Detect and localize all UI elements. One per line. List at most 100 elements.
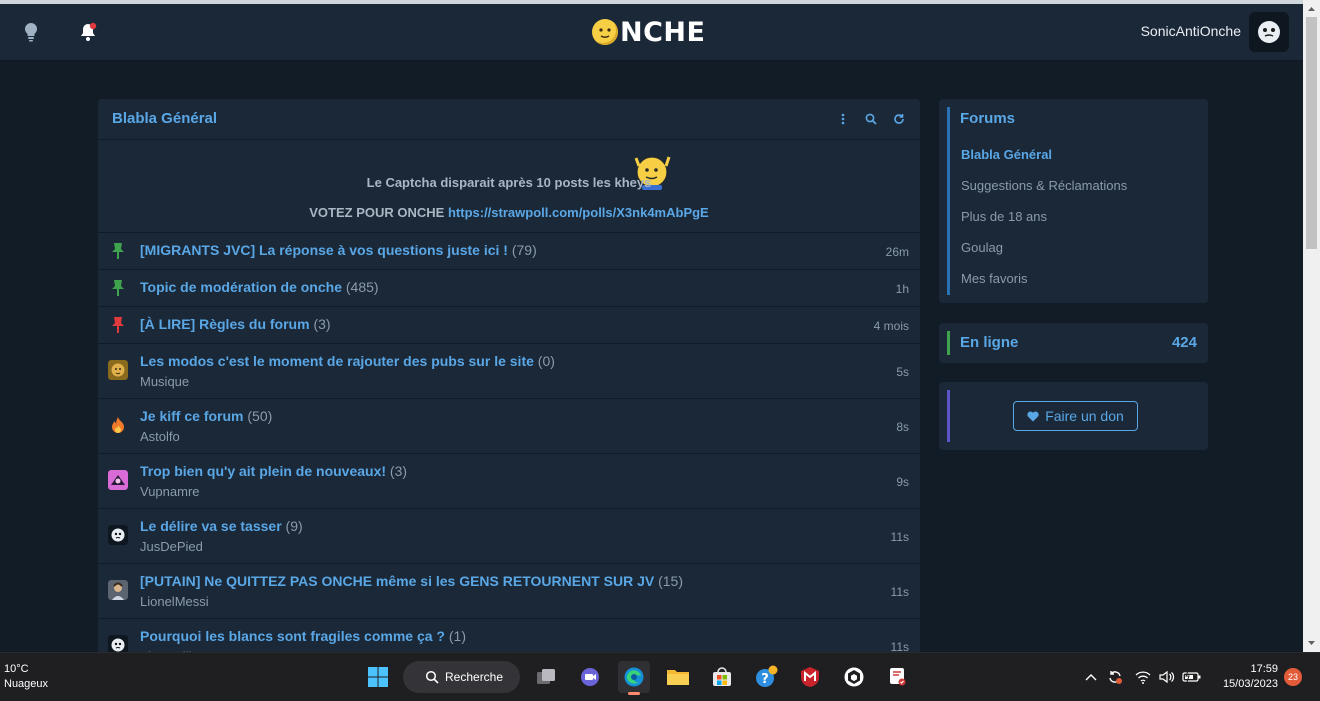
forum-link-blabla[interactable]: Blabla Général (961, 147, 1052, 162)
bell-icon[interactable] (72, 16, 104, 48)
pin-red-icon (108, 315, 128, 335)
topic-count: (50) (247, 408, 273, 424)
topic-row[interactable]: Topic de modération de onche (485) 1h (98, 270, 920, 307)
topic-row[interactable]: [MIGRANTS JVC] La réponse à vos question… (98, 233, 920, 270)
topic-author[interactable]: Musique (140, 374, 189, 389)
online-panel: En ligne 424 (939, 323, 1208, 363)
forum-link-18[interactable]: Plus de 18 ans (961, 209, 1047, 224)
wifi-icon[interactable] (1132, 661, 1154, 693)
forum-link-favoris[interactable]: Mes favoris (961, 271, 1027, 286)
page-body: Blabla Général Le Captcha disparait aprè… (0, 61, 1303, 659)
topic-author[interactable]: Vupnamre (140, 484, 200, 499)
topic-title[interactable]: [MIGRANTS JVC] La réponse à vos question… (140, 242, 537, 258)
battery-icon[interactable] (1180, 661, 1204, 693)
topic-count: (485) (345, 279, 379, 295)
more-vertical-icon[interactable] (836, 111, 850, 127)
sync-icon[interactable] (1104, 661, 1126, 693)
system-clock[interactable]: 17:59 15/03/2023 (1212, 662, 1278, 692)
topic-row[interactable]: Les modos c'est le moment de rajouter de… (98, 344, 920, 399)
onche-face-icon (592, 19, 618, 45)
donate-button[interactable]: Faire un don (1013, 401, 1138, 431)
topic-time: 4 mois (873, 319, 909, 333)
topic-title[interactable]: Trop bien qu'y ait plein de nouveaux! (3… (140, 463, 407, 479)
site-logo[interactable]: NCHE (592, 16, 705, 48)
task-view-icon[interactable] (530, 661, 562, 693)
topic-row[interactable]: [PUTAIN] Ne QUITTEZ PAS ONCHE même si le… (98, 564, 920, 619)
topic-count: (9) (285, 518, 303, 534)
topic-title[interactable]: Topic de modération de onche (485) (140, 279, 379, 295)
captcha-notice: Le Captcha disparait après 10 posts les … (366, 175, 652, 190)
topic-row[interactable]: Trop bien qu'y ait plein de nouveaux! (3… (98, 454, 920, 509)
topic-title[interactable]: Pourquoi les blancs sont fragiles comme … (140, 628, 466, 644)
username[interactable]: SonicAntiOnche (1141, 23, 1241, 39)
vote-notice: VOTEZ POUR ONCHE https://strawpoll.com/p… (98, 205, 920, 220)
topic-row[interactable]: [À LIRE] Règles du forum (3) 4 mois (98, 307, 920, 344)
logo-text: NCHE (620, 16, 706, 48)
topic-title[interactable]: [À LIRE] Règles du forum (3) (140, 316, 331, 332)
site-header: NCHE SonicAntiOnche (0, 4, 1303, 61)
online-count: 424 (1171, 334, 1197, 351)
pin-green-icon (108, 278, 128, 298)
bulb-icon[interactable] (15, 16, 47, 48)
forum-panel: Blabla Général Le Captcha disparait aprè… (98, 99, 920, 659)
avatar-lion-icon[interactable] (108, 360, 128, 380)
forum-link-suggestions[interactable]: Suggestions & Réclamations (961, 178, 1127, 193)
page-scrollbar[interactable] (1303, 0, 1320, 652)
clock-date: 15/03/2023 (1222, 678, 1278, 690)
topic-author[interactable]: LionelMessi (140, 594, 209, 609)
forums-accent-bar (947, 107, 950, 295)
avatar-pink-icon[interactable] (108, 470, 128, 490)
forum-link-goulag[interactable]: Goulag (961, 240, 1003, 255)
edge-browser-icon[interactable] (618, 661, 650, 695)
avatar-messi-icon[interactable] (108, 580, 128, 600)
user-avatar[interactable] (1249, 12, 1289, 52)
search-icon[interactable] (864, 111, 878, 127)
topic-title[interactable]: Le délire va se tasser (9) (140, 518, 303, 534)
vote-notice-text: VOTEZ POUR ONCHE (309, 205, 445, 220)
topic-title[interactable]: [PUTAIN] Ne QUITTEZ PAS ONCHE même si le… (140, 573, 683, 589)
snipping-tool-icon[interactable] (882, 661, 914, 693)
topic-time: 11s (890, 530, 909, 544)
flame-icon[interactable] (108, 415, 128, 435)
heart-icon (1027, 411, 1039, 421)
scroll-up-icon[interactable] (1303, 2, 1320, 16)
topic-time: 9s (896, 475, 909, 489)
weather-widget[interactable]: 10°C Nuageux (4, 662, 48, 692)
app-hex-icon[interactable] (838, 661, 870, 693)
topic-count: (15) (658, 573, 683, 589)
forum-title[interactable]: Blabla Général (112, 110, 217, 127)
windows-taskbar: 10°C Nuageux Recherche ? 17:59 15/03/202… (0, 652, 1320, 701)
teams-chat-icon[interactable] (574, 661, 606, 693)
scroll-down-icon[interactable] (1303, 636, 1320, 650)
windows-start-icon[interactable] (362, 661, 394, 693)
weather-temp: 10°C (4, 663, 29, 675)
topic-author[interactable]: Astolfo (140, 429, 180, 444)
help-icon[interactable]: ? (750, 661, 782, 693)
donate-label: Faire un don (1045, 408, 1124, 424)
topic-time: 1h (895, 282, 909, 296)
donate-accent-bar (947, 390, 950, 442)
mcafee-icon[interactable] (794, 661, 826, 693)
topic-row[interactable]: Je kiff ce forum (50) Astolfo 8s (98, 399, 920, 454)
topic-count: (0) (537, 353, 555, 369)
avatar-face-icon[interactable] (108, 525, 128, 545)
topic-title[interactable]: Les modos c'est le moment de rajouter de… (140, 353, 555, 369)
topic-count: (3) (389, 463, 408, 479)
forum-panel-header: Blabla Général (98, 99, 920, 140)
forums-title: Forums (960, 110, 1016, 127)
chevron-up-icon[interactable] (1082, 661, 1100, 693)
scroll-thumb[interactable] (1306, 17, 1317, 249)
file-explorer-icon[interactable] (662, 661, 694, 693)
volume-icon[interactable] (1156, 661, 1178, 693)
refresh-icon[interactable] (892, 111, 906, 127)
weather-desc: Nuageux (4, 678, 49, 690)
topic-author[interactable]: JusDePied (140, 539, 203, 554)
taskbar-search[interactable]: Recherche (403, 661, 520, 693)
strawpoll-link[interactable]: https://strawpoll.com/polls/X3nk4mAbPgE (448, 205, 709, 220)
notification-badge[interactable]: 23 (1284, 668, 1302, 686)
pin-green-icon (108, 241, 128, 261)
store-icon[interactable] (706, 661, 738, 693)
topic-row[interactable]: Le délire va se tasser (9) JusDePied 11s (98, 509, 920, 564)
topic-title[interactable]: Je kiff ce forum (50) (140, 408, 272, 424)
topic-count: (1) (448, 628, 466, 644)
